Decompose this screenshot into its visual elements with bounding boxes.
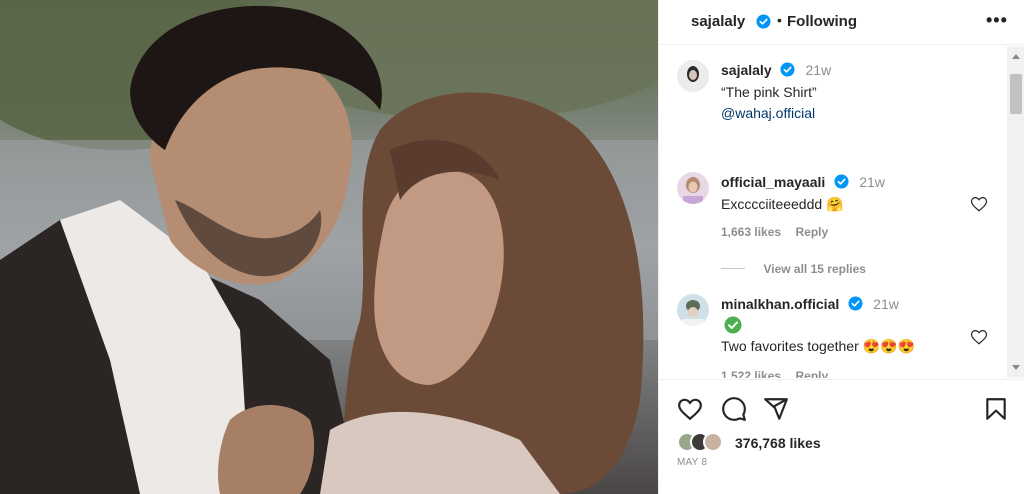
comment-likes[interactable]: 1,663 likes — [721, 225, 781, 239]
post-date[interactable]: MAY 8 — [677, 457, 707, 468]
verified-icon — [756, 14, 771, 29]
verified-icon — [834, 174, 849, 189]
avatar[interactable] — [677, 172, 709, 204]
avatar[interactable] — [677, 60, 709, 92]
scroll-down-icon[interactable] — [1012, 365, 1020, 370]
post-side-panel: sajalaly • Following ••• sajalaly 21w “T… — [658, 0, 1024, 494]
avatar-image-icon — [677, 294, 709, 326]
bookmark-icon[interactable] — [983, 396, 1009, 422]
comment-text: Excccciiteeeddd 🤗 — [721, 196, 844, 212]
comment-time[interactable]: 21w — [859, 174, 885, 190]
scroll-up-icon[interactable] — [1012, 54, 1020, 59]
more-options-icon[interactable]: ••• — [986, 10, 1008, 31]
heart-icon[interactable] — [677, 396, 703, 422]
post-image[interactable] — [0, 0, 658, 494]
caption-text: “The pink Shirt” — [721, 84, 817, 100]
verified-icon — [780, 62, 795, 77]
green-check-icon — [724, 316, 742, 334]
comment-likes[interactable]: 1,522 likes — [721, 369, 781, 378]
avatar-image-icon — [677, 172, 709, 204]
reply-button[interactable]: Reply — [796, 369, 829, 378]
caption-mention[interactable]: @wahaj.official — [721, 105, 815, 121]
post-photo-illustration — [0, 0, 658, 494]
comment-icon[interactable] — [721, 396, 747, 422]
comment-username[interactable]: official_mayaali — [721, 174, 825, 190]
view-replies[interactable]: View all 15 replies — [721, 260, 866, 278]
verified-icon — [848, 296, 863, 311]
avatar-image-icon — [677, 60, 709, 92]
scrollbar-thumb[interactable] — [1010, 74, 1022, 114]
comment-text: Two favorites together 😍😍😍 — [721, 338, 915, 354]
avatar[interactable] — [677, 294, 709, 326]
replies-divider — [721, 268, 745, 270]
caption-time[interactable]: 21w — [806, 62, 832, 78]
reply-button[interactable]: Reply — [796, 225, 829, 239]
post-actions: 376,768 likes MAY 8 — [659, 379, 1024, 494]
caption-username[interactable]: sajalaly — [721, 62, 772, 78]
liker-avatar — [703, 432, 723, 452]
comments-list: sajalaly 21w “The pink Shirt” @wahaj.off… — [659, 46, 1007, 378]
comments-scrollbar[interactable] — [1007, 46, 1024, 378]
heart-icon[interactable] — [970, 195, 988, 213]
likes-count[interactable]: 376,768 likes — [735, 435, 821, 451]
following-button[interactable]: Following — [787, 13, 857, 30]
view-replies-label[interactable]: View all 15 replies — [763, 262, 866, 276]
share-icon[interactable] — [763, 396, 789, 422]
post-header: sajalaly • Following ••• — [659, 0, 1024, 45]
comment-time[interactable]: 21w — [873, 296, 899, 312]
heart-icon[interactable] — [970, 328, 988, 346]
separator-dot: • — [777, 12, 782, 28]
author-username[interactable]: sajalaly — [691, 13, 745, 30]
comment-username[interactable]: minalkhan.official — [721, 296, 839, 312]
